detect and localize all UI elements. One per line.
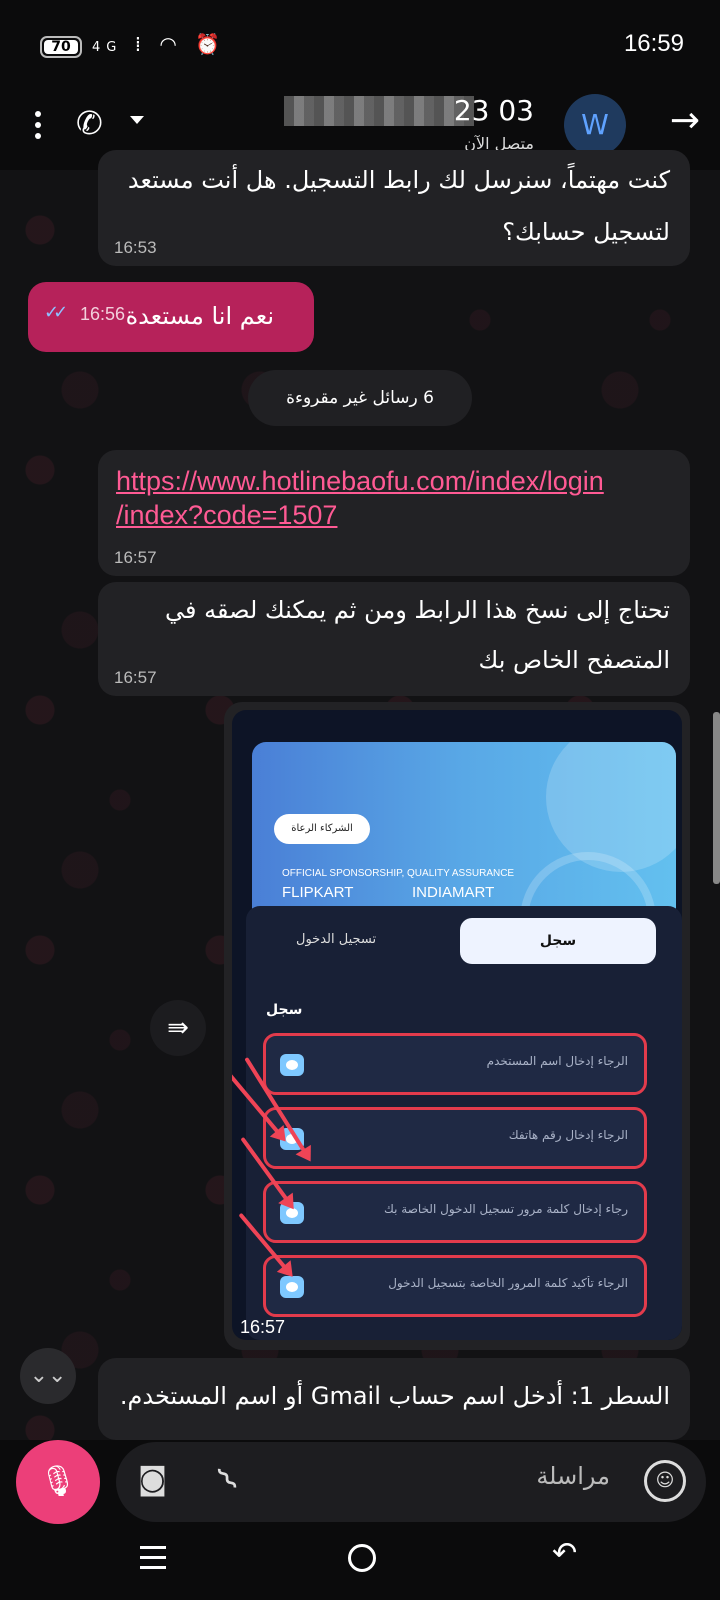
tab-login: تسجيل الدخول — [296, 932, 377, 947]
message-time: 16:56 — [80, 304, 126, 324]
message-received-link[interactable]: https://www.hotlinebaofu.com/index/login… — [98, 450, 690, 576]
nav-back-icon[interactable]: ↶ — [552, 1536, 577, 1571]
scrollbar[interactable] — [713, 712, 720, 884]
message-text: السطر 1: أدخل اسم حساب Gmail أو اسم المس… — [119, 1382, 670, 1410]
mic-icon[interactable]: 🎙 — [16, 1440, 100, 1524]
phone-icon[interactable]: ✆ — [76, 104, 103, 142]
username-field: الرجاء إدخال اسم المستخدم — [263, 1033, 647, 1095]
battery-level: 70 — [51, 39, 71, 55]
status-bar: 70 4G ⁞ ◠ ⏰ 16:59 — [0, 0, 720, 90]
message-time: 16:53 — [114, 238, 157, 257]
menu-dots-icon[interactable] — [28, 108, 48, 148]
attach-icon[interactable]: ⌇ — [210, 1459, 246, 1498]
message-text: نعم انا مستعدة — [125, 302, 274, 330]
unread-divider: 6 رسائل غير مقروءة — [248, 370, 472, 426]
message-link[interactable]: https://www.hotlinebaofu.com/index/login… — [98, 450, 690, 532]
composer: 🎙 ◙ ⌇ مراسلة ☺ — [0, 1440, 720, 1524]
battery-icon: 70 — [40, 36, 82, 58]
camera-icon[interactable]: ◙ — [138, 1462, 167, 1497]
shared-screenshot[interactable]: الشركاء الرعاة OFFICIAL SPONSORSHIP, QUA… — [232, 710, 682, 1340]
message-input[interactable]: ◙ ⌇ مراسلة ☺ — [116, 1442, 706, 1522]
scroll-down-icon[interactable]: ⌄⌄ — [20, 1348, 76, 1404]
redacted-name — [284, 96, 474, 126]
sponsorship-text: OFFICIAL SPONSORSHIP, QUALITY ASSURANCE — [282, 868, 515, 879]
message-received-image[interactable]: الشركاء الرعاة OFFICIAL SPONSORSHIP, QUA… — [224, 702, 690, 1350]
forward-icon[interactable]: ⇛ — [150, 1000, 206, 1056]
home-icon[interactable] — [348, 1544, 376, 1572]
avatar[interactable]: W — [564, 94, 626, 156]
confirm-password-field: الرجاء تأكيد كلمة المرور الخاصة بتسجيل ا… — [263, 1255, 647, 1317]
message-text: تحتاج إلى نسخ هذا الرابط ومن ثم يمكنك لص… — [165, 596, 670, 624]
message-time: 16:57 — [240, 1317, 286, 1337]
recents-icon[interactable] — [140, 1546, 166, 1576]
form-panel: تسجيل الدخول سجل سجل الرجاء إدخال اسم ال… — [232, 906, 682, 1340]
message-time: 16:57 — [114, 548, 157, 567]
message-time: 16:57 — [114, 668, 157, 687]
message-text: لتسجيل حسابك؟ — [502, 218, 670, 246]
sticker-icon[interactable]: ☺ — [644, 1460, 686, 1502]
network-type: 4G — [92, 40, 123, 55]
message-text: كنت مهتماً، سنرسل لك رابط التسجيل. هل أن… — [127, 166, 670, 194]
message-placeholder: مراسلة — [536, 1462, 610, 1490]
contact-name[interactable]: 23 03 — [454, 94, 534, 127]
chevron-down-icon[interactable] — [130, 116, 144, 124]
message-text: المتصفح الخاص بك — [478, 646, 670, 674]
back-arrow-icon[interactable]: → — [670, 100, 700, 141]
sponsor-tag: الشركاء الرعاة — [274, 814, 370, 844]
message-sent[interactable]: نعم انا مستعدة 16:56 ✓✓ — [28, 282, 314, 352]
clock: 16:59 — [623, 30, 684, 57]
system-navbar: ↶ — [0, 1530, 720, 1600]
phone-field: الرجاء إدخال رقم هاتفك — [263, 1107, 647, 1169]
password-field: رجاء إدخال كلمة مرور تسجيل الدخول الخاصة… — [263, 1181, 647, 1243]
signal-wifi-alarm-icons: 4G ⁞ ◠ ⏰ — [92, 32, 227, 56]
brand-left: FLIPKART — [282, 884, 354, 901]
double-check-icon: ✓✓ — [44, 302, 68, 323]
brand-right: INDIAMART — [412, 884, 495, 901]
form-title: سجل — [266, 1002, 303, 1018]
message-received[interactable]: كنت مهتماً، سنرسل لك رابط التسجيل. هل أن… — [98, 150, 690, 266]
banner: الشركاء الرعاة OFFICIAL SPONSORSHIP, QUA… — [252, 742, 676, 922]
message-received[interactable]: تحتاج إلى نسخ هذا الرابط ومن ثم يمكنك لص… — [98, 582, 690, 696]
tab-register: سجل — [460, 918, 656, 964]
message-received[interactable]: السطر 1: أدخل اسم حساب Gmail أو اسم المس… — [98, 1358, 690, 1440]
